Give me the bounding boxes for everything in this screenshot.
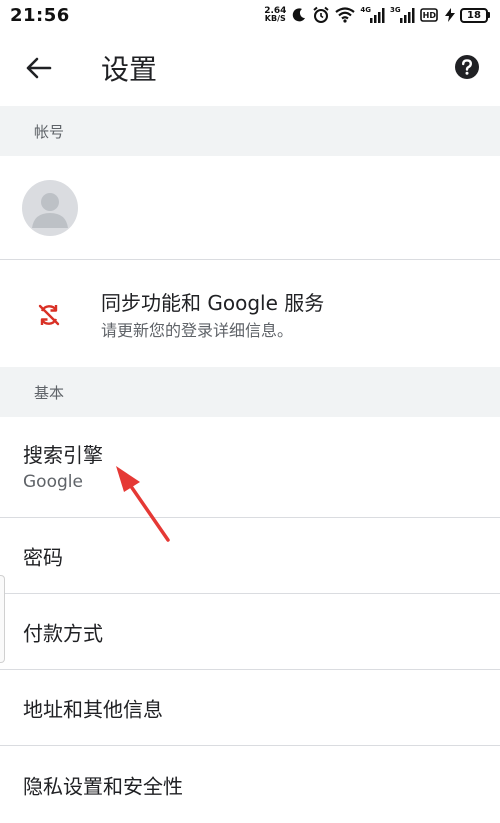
charging-bolt-icon — [445, 8, 455, 22]
arrow-left-icon — [26, 57, 52, 79]
battery-indicator: 18 — [460, 7, 490, 23]
wifi-icon — [335, 7, 356, 23]
hd-icon: HD — [419, 7, 440, 23]
sync-google-services-item[interactable]: 同步功能和 Google 服务 请更新您的登录详细信息。 — [0, 260, 500, 367]
section-header-basic: 基本 — [0, 367, 500, 417]
battery-cap — [488, 12, 490, 18]
page-title: 设置 — [101, 53, 158, 86]
moon-icon — [291, 7, 307, 23]
account-avatar-row[interactable] — [0, 156, 500, 260]
status-time: 21:56 — [10, 4, 70, 26]
privacy-security-item[interactable]: 隐私设置和安全性 — [0, 746, 500, 823]
back-button[interactable] — [22, 54, 54, 82]
network-speed: 2.64 KB/S — [264, 7, 286, 23]
addresses-item[interactable]: 地址和其他信息 — [0, 670, 500, 746]
payment-methods-item[interactable]: 付款方式 — [0, 594, 500, 670]
alarm-clock-icon — [312, 6, 330, 24]
section-header-account-label: 帐号 — [34, 122, 65, 141]
sync-title: 同步功能和 Google 服务 — [101, 291, 325, 315]
signal-4g-icon: 4G — [360, 6, 385, 23]
network-speed-unit: KB/S — [264, 14, 286, 23]
passwords-label: 密码 — [23, 545, 63, 569]
privacy-security-label: 隐私设置和安全性 — [23, 774, 183, 798]
sync-subtitle: 请更新您的登录详细信息。 — [101, 321, 294, 340]
signal-3g-icon: 3G — [390, 6, 415, 23]
app-bar: 设置 — [0, 30, 500, 106]
status-bar: 21:56 2.64 KB/S 4G 3G HD 18 — [0, 0, 500, 30]
help-circle-icon — [455, 55, 479, 79]
search-engine-item[interactable]: 搜索引擎 Google — [0, 417, 500, 518]
addresses-label: 地址和其他信息 — [23, 697, 163, 721]
section-header-basic-label: 基本 — [34, 383, 65, 402]
sync-error-icon — [34, 300, 64, 330]
payment-methods-label: 付款方式 — [23, 621, 103, 645]
avatar — [22, 180, 78, 236]
person-placeholder-icon — [32, 193, 68, 228]
search-engine-label: 搜索引擎 — [23, 443, 103, 467]
search-engine-value: Google — [23, 472, 83, 492]
help-button[interactable] — [452, 52, 482, 82]
status-icons: 2.64 KB/S 4G 3G HD 18 — [264, 6, 490, 24]
edge-gesture-handle[interactable] — [0, 575, 5, 663]
battery-icon: 18 — [460, 7, 488, 23]
battery-level: 18 — [467, 9, 481, 21]
passwords-item[interactable]: 密码 — [0, 518, 500, 594]
section-header-account: 帐号 — [0, 106, 500, 156]
hd-label: HD — [422, 10, 436, 20]
